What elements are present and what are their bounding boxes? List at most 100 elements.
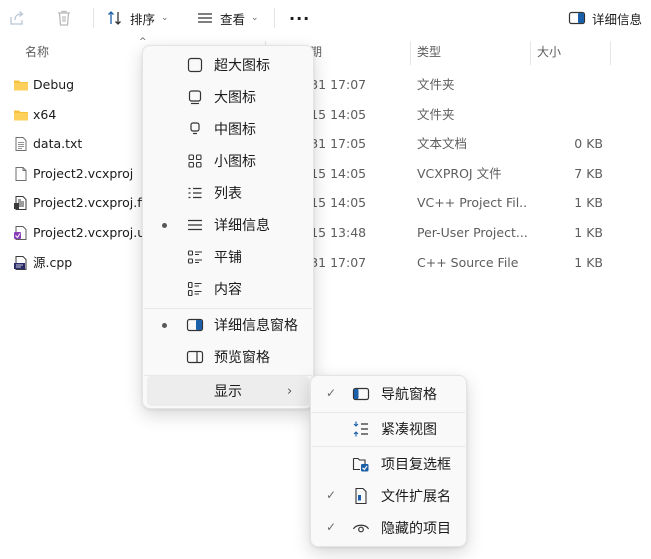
column-divider[interactable] — [410, 41, 411, 65]
menu-item-navigation-pane[interactable]: ✓ 导航窗格 — [311, 379, 466, 409]
show-submenu: ✓ 导航窗格 紧凑视图 项目复选框 ✓ 文件扩展名 ✓ 隐藏的项目 — [310, 375, 467, 547]
details-pane-toggle-button[interactable]: 详细信息 — [568, 4, 642, 32]
menu-item-item-checkboxes[interactable]: 项目复选框 — [311, 449, 466, 479]
menu-item-label: 显示 — [214, 384, 242, 400]
menu-item-details-pane[interactable]: 详细信息窗格 — [143, 310, 313, 340]
file-name: Project2.vcxproj.us — [33, 225, 148, 240]
chevron-down-icon: ⌄ — [161, 13, 169, 23]
check-icon: ✓ — [326, 488, 337, 502]
share-button[interactable] — [8, 4, 26, 32]
cpp-file-icon — [14, 256, 27, 270]
menu-item-label: 超大图标 — [214, 58, 270, 74]
more-options-button[interactable]: ··· — [289, 4, 310, 32]
sort-button[interactable]: 排序 ⌄ — [106, 4, 169, 32]
view-label: 查看 — [220, 11, 246, 27]
menu-item-label: 预览窗格 — [214, 350, 270, 366]
menu-item-medium-icons[interactable]: 中图标 — [143, 114, 313, 144]
file-date: /31 17:07 — [306, 255, 367, 270]
check-icon: ✓ — [326, 386, 337, 400]
file-size: 1 KB — [574, 195, 603, 210]
selected-bullet-icon — [162, 223, 167, 228]
more-icon: ··· — [289, 8, 311, 28]
view-button[interactable]: 查看 ⌄ — [196, 4, 259, 32]
menu-separator — [312, 446, 465, 447]
menu-item-show[interactable]: 显示 › — [147, 376, 309, 406]
menu-item-label: 大图标 — [214, 90, 256, 106]
preview-pane-icon — [186, 350, 204, 364]
chevron-right-icon: › — [287, 383, 293, 399]
trash-icon — [58, 10, 70, 26]
file-size: 0 KB — [574, 136, 603, 151]
vcxproj-filters-icon — [14, 196, 27, 210]
navigation-pane-icon — [352, 387, 370, 401]
check-icon: ✓ — [326, 520, 337, 534]
menu-item-label: 小图标 — [214, 154, 256, 170]
file-type: C++ Source File — [417, 255, 519, 270]
details-label: 详细信息 — [592, 11, 643, 27]
column-size[interactable]: 大小 — [537, 37, 561, 67]
column-header: 名称 ^ 期 类型 大小 — [0, 37, 651, 67]
file-date: /15 14:05 — [306, 195, 367, 210]
details-pane-icon — [568, 11, 586, 25]
column-divider[interactable] — [610, 41, 611, 65]
folder-icon — [14, 110, 28, 121]
menu-item-tiles[interactable]: 平铺 — [143, 242, 313, 272]
file-size: 7 KB — [574, 166, 603, 181]
menu-item-small-icons[interactable]: 小图标 — [143, 146, 313, 176]
menu-item-label: 列表 — [214, 186, 242, 202]
menu-item-large-icons[interactable]: 大图标 — [143, 82, 313, 112]
details-pane-icon — [186, 318, 204, 332]
menu-item-extra-large-icons[interactable]: 超大图标 — [143, 50, 313, 80]
menu-item-label: 平铺 — [214, 250, 242, 266]
file-row[interactable]: Project2.vcxproj.us /15 13:48 Per-User P… — [0, 218, 651, 248]
delete-button[interactable] — [55, 4, 73, 32]
file-name: 源.cpp — [33, 255, 73, 270]
file-name: x64 — [33, 107, 57, 122]
file-size — [535, 70, 603, 100]
file-row[interactable]: x64 /15 14:05 文件夹 — [0, 100, 651, 130]
file-row[interactable]: data.txt /31 17:05 文本文档 0 KB — [0, 129, 651, 159]
folder-icon — [14, 80, 28, 91]
menu-item-list[interactable]: 列表 — [143, 178, 313, 208]
file-icon — [15, 167, 27, 181]
menu-item-hidden-items[interactable]: ✓ 隐藏的项目 — [311, 513, 466, 543]
menu-item-compact-view[interactable]: 紧凑视图 — [311, 414, 466, 444]
menu-item-label: 文件扩展名 — [381, 489, 451, 505]
toolbar-divider — [274, 8, 275, 28]
column-name[interactable]: 名称 — [25, 37, 49, 67]
file-name: data.txt — [33, 136, 83, 151]
file-type: VC++ Project Fil... — [417, 195, 527, 210]
file-extension-icon — [355, 487, 367, 505]
file-size — [535, 100, 603, 130]
content-icon — [187, 281, 202, 297]
menu-item-label: 内容 — [214, 282, 242, 298]
file-row[interactable]: Project2.vcxproj.fil /15 14:05 VC++ Proj… — [0, 188, 651, 218]
menu-item-label: 详细信息窗格 — [214, 318, 298, 334]
column-divider[interactable] — [530, 41, 531, 65]
selected-bullet-icon — [162, 323, 167, 328]
tiles-icon — [187, 250, 202, 264]
file-row[interactable]: Project2.vcxproj /15 14:05 VCXPROJ 文件 7 … — [0, 159, 651, 189]
menu-item-details[interactable]: 详细信息 — [143, 210, 313, 240]
menu-item-label: 中图标 — [214, 122, 256, 138]
file-name: Project2.vcxproj.fil — [33, 195, 148, 210]
details-icon — [188, 219, 202, 231]
small-icons-icon — [188, 154, 202, 168]
text-file-icon — [15, 137, 27, 151]
file-type: 文件夹 — [417, 107, 455, 122]
file-row[interactable]: 源.cpp /31 17:07 C++ Source File 1 KB — [0, 248, 651, 278]
file-name: Project2.vcxproj — [33, 166, 134, 181]
file-size: 1 KB — [574, 255, 603, 270]
large-icons-icon — [188, 90, 202, 105]
view-menu: 超大图标 大图标 中图标 小图标 列表 详细信息 平铺 内容 详细信息窗格 预览… — [142, 45, 314, 409]
menu-item-file-extensions[interactable]: ✓ 文件扩展名 — [311, 481, 466, 511]
file-row[interactable]: Debug /31 17:07 文件夹 — [0, 70, 651, 100]
file-date: /31 17:05 — [306, 136, 367, 151]
file-date: /15 13:48 — [306, 225, 367, 240]
column-type[interactable]: 类型 — [417, 37, 441, 67]
hidden-items-icon — [352, 524, 370, 533]
file-type: 文本文档 — [417, 136, 468, 151]
menu-item-content[interactable]: 内容 — [143, 274, 313, 304]
sort-icon — [108, 11, 121, 25]
menu-item-preview-pane[interactable]: 预览窗格 — [143, 342, 313, 372]
